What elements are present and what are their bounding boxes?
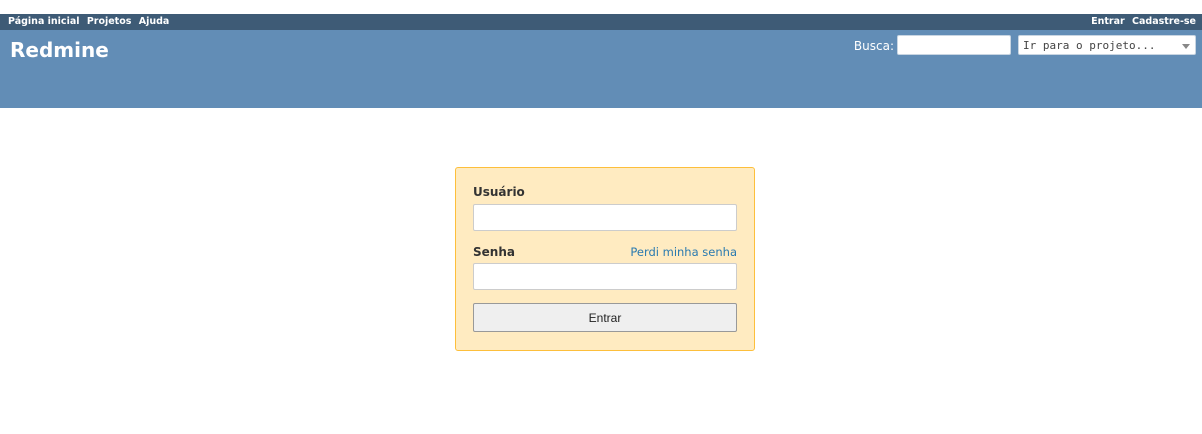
username-label: Usuário xyxy=(473,185,525,199)
search-input[interactable] xyxy=(897,35,1011,55)
top-menu: Página inicial Projetos Ajuda Entrar Cad… xyxy=(0,14,1202,30)
username-field[interactable] xyxy=(473,204,737,231)
search-label: Busca: xyxy=(853,39,894,53)
header: Redmine Busca: Ir para o projeto... xyxy=(0,30,1202,108)
login-form: Usuário Senha Perdi minha senha Entrar xyxy=(455,167,755,351)
lost-password-link[interactable]: Perdi minha senha xyxy=(630,245,737,259)
site-title[interactable]: Redmine xyxy=(10,38,109,62)
password-label: Senha xyxy=(473,245,515,259)
project-jump-select[interactable]: Ir para o projeto... xyxy=(1018,35,1196,55)
register-link[interactable]: Cadastre-se xyxy=(1132,16,1196,27)
project-jump-placeholder: Ir para o projeto... xyxy=(1023,39,1156,52)
account-menu: Entrar Cadastre-se xyxy=(1087,14,1196,30)
projects-link[interactable]: Projetos xyxy=(87,16,132,27)
login-link[interactable]: Entrar xyxy=(1091,16,1125,27)
chevron-down-icon xyxy=(1182,44,1190,49)
help-link[interactable]: Ajuda xyxy=(139,16,170,27)
home-link[interactable]: Página inicial xyxy=(8,16,80,27)
password-field[interactable] xyxy=(473,263,737,290)
login-submit-button[interactable]: Entrar xyxy=(473,303,737,332)
top-menu-left: Página inicial Projetos Ajuda xyxy=(8,14,173,30)
